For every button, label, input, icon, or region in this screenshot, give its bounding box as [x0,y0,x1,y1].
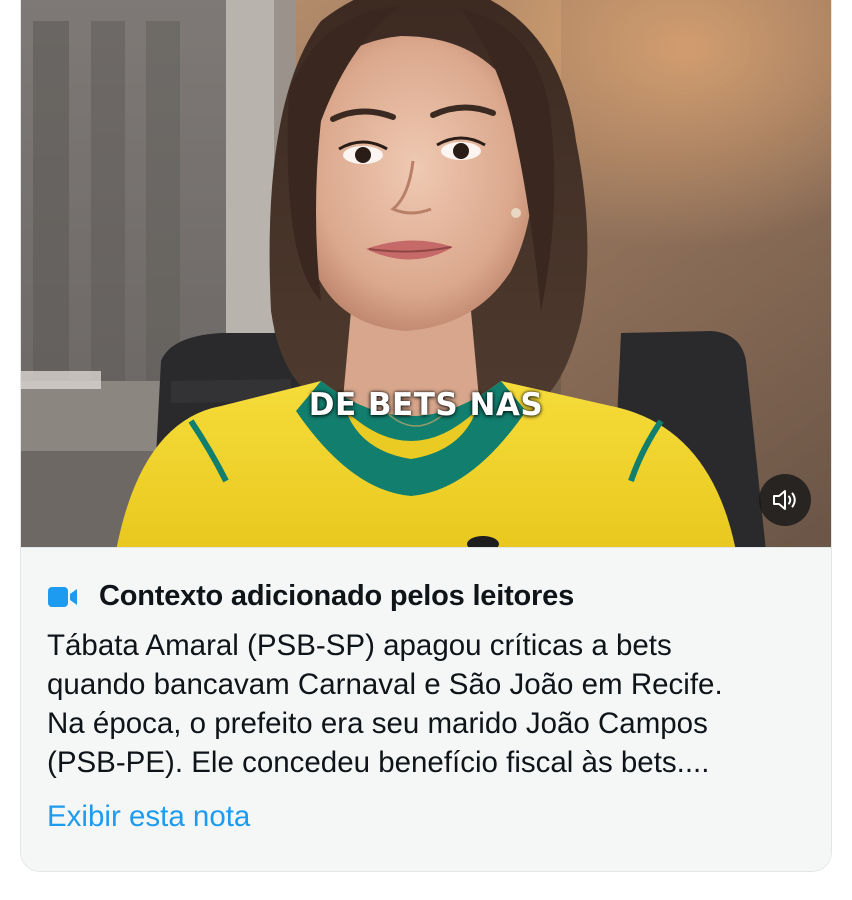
speaker-volume-icon [773,490,796,510]
page: DE BETS NAS Contexto adicionado pelos le… [0,0,852,900]
video-camera-icon [47,585,79,609]
video-frame [21,0,831,547]
video-player[interactable]: DE BETS NAS [21,0,831,547]
note-text-line: (PSB-PE). Ele concedeu benefício fiscal … [47,746,710,779]
note-text: Tábata Amaral (PSB-SP) apagou críticas a… [47,626,817,782]
unmute-button[interactable] [759,474,811,526]
note-text-line: quando bancavam Carnaval e São João em R… [47,668,723,701]
note-text-line: Tábata Amaral (PSB-SP) apagou críticas a… [47,629,672,662]
note-title: Contexto adicionado pelos leitores [99,580,574,612]
video-caption: DE BETS NAS [308,387,544,423]
community-note: Contexto adicionado pelos leitores Tábat… [21,547,831,871]
post-card: DE BETS NAS Contexto adicionado pelos le… [20,0,832,872]
show-note-link[interactable]: Exibir esta nota [47,800,250,834]
note-text-line: Na época, o prefeito era seu marido João… [47,707,708,740]
note-header: Contexto adicionado pelos leitores [47,580,574,613]
